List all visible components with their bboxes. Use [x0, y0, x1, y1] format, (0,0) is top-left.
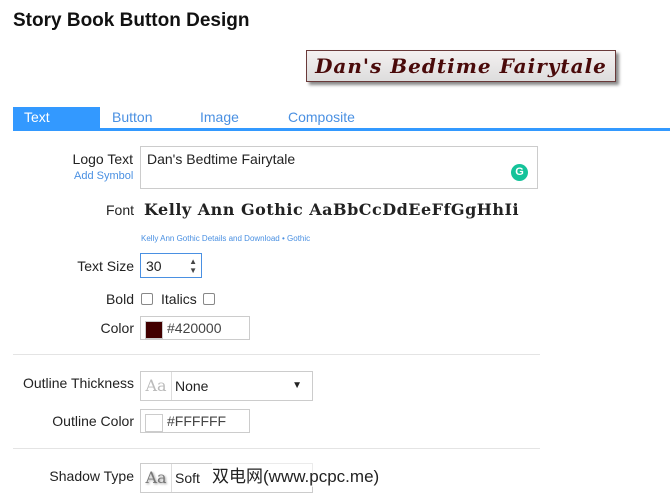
- divider: [13, 354, 540, 355]
- logo-text-input[interactable]: Dan's Bedtime Fairytale: [140, 146, 538, 189]
- outline-thickness-label: Outline Thickness: [22, 375, 134, 391]
- font-label: Font: [105, 202, 134, 218]
- add-symbol-link[interactable]: Add Symbol: [74, 170, 133, 182]
- color-label: Color: [100, 320, 134, 336]
- text-size-label: Text Size: [77, 258, 134, 274]
- outline-thickness-select[interactable]: Aa None ▼: [140, 371, 313, 401]
- tab-image[interactable]: Image: [200, 107, 239, 128]
- grammarly-icon[interactable]: G: [511, 164, 528, 181]
- font-style-icon: Aa: [141, 372, 172, 400]
- separator: •: [281, 234, 285, 243]
- logo-text-value: Dan's Bedtime Fairytale: [147, 151, 296, 167]
- tab-bar: Text Button Image Composite: [13, 107, 670, 131]
- tab-composite[interactable]: Composite: [288, 107, 355, 128]
- page-title: Story Book Button Design: [13, 10, 250, 31]
- tab-text[interactable]: Text: [13, 107, 100, 128]
- text-size-value: 30: [146, 258, 162, 274]
- outline-color-input[interactable]: #FFFFFF: [140, 409, 250, 433]
- color-value: #420000: [167, 320, 222, 336]
- color-swatch[interactable]: [145, 321, 163, 339]
- chevron-down-icon: ▼: [292, 380, 302, 391]
- shadow-type-value: Soft: [175, 470, 200, 486]
- tab-button[interactable]: Button: [112, 107, 152, 128]
- divider: [13, 448, 540, 449]
- shadow-style-icon: Aa: [141, 464, 172, 492]
- outline-thickness-value: None: [175, 378, 209, 394]
- logo-preview-image: Dan's Bedtime Fairytale: [306, 50, 616, 82]
- watermark: 双电网(www.pcpc.me): [212, 462, 380, 487]
- outline-color-value: #FFFFFF: [167, 413, 227, 429]
- logo-text-label: Logo Text: [72, 151, 133, 167]
- bold-label: Bold: [105, 291, 134, 307]
- shadow-type-label: Shadow Type: [49, 468, 134, 484]
- text-size-input[interactable]: 30 ▲ ▼: [140, 253, 202, 278]
- font-details-link: Kelly Ann Gothic Details and Download • …: [141, 234, 310, 243]
- outline-color-label: Outline Color: [52, 413, 134, 429]
- color-input[interactable]: #420000: [140, 316, 250, 340]
- italics-checkbox[interactable]: [203, 293, 215, 305]
- font-preview[interactable]: Kelly Ann Gothic AaBbCcDdEeFfGgHhIi: [144, 200, 519, 219]
- font-category-link[interactable]: Gothic: [287, 234, 310, 243]
- bold-checkbox[interactable]: [141, 293, 153, 305]
- outline-color-swatch[interactable]: [145, 414, 163, 432]
- font-details-link-text[interactable]: Kelly Ann Gothic Details and Download: [141, 234, 280, 243]
- spinner-arrows-icon[interactable]: ▲ ▼: [189, 257, 197, 275]
- italics-label: Italics: [161, 291, 197, 307]
